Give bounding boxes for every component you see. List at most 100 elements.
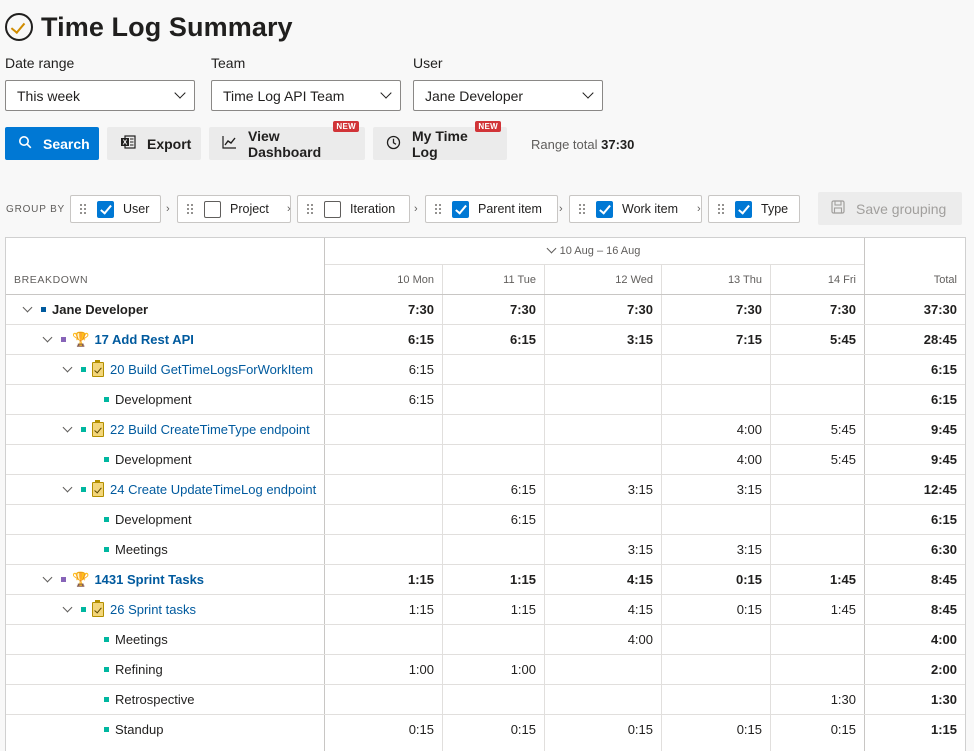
group-checkbox-type[interactable]: [735, 200, 752, 218]
chevron-down-icon[interactable]: [62, 422, 73, 433]
table-row[interactable]: 20 Build GetTimeLogsForWorkItem 6:15 6:15: [6, 354, 965, 384]
table-row[interactable]: Meetings 4:00 4:00: [6, 624, 965, 654]
time-cell: [770, 505, 864, 534]
table-row[interactable]: Development 6:15 6:15: [6, 384, 965, 414]
row-label: Refining: [104, 655, 163, 684]
time-cell: 6:15: [510, 512, 536, 527]
time-cell: 0:15: [736, 722, 762, 737]
work-item-link[interactable]: 22 Build CreateTimeType endpoint: [110, 422, 310, 437]
table-row[interactable]: 🏆 17 Add Rest API 6:15 6:15 3:15 7:15 5:45 28:4…: [6, 324, 965, 354]
type-square-icon: [81, 367, 86, 372]
user-label: User: [413, 55, 443, 71]
date-range-value: This week: [17, 87, 81, 104]
group-chip-iteration[interactable]: Iteration: [297, 195, 410, 223]
table-row[interactable]: 🏆 1431 Sprint Tasks 1:15 1:15 4:15 0:15 1:45 8:…: [6, 564, 965, 594]
total-cell: 2:00: [930, 662, 957, 677]
clipboard-task-icon: [92, 360, 104, 377]
time-cell: 3:15: [626, 332, 653, 347]
save-grouping-label: Save grouping: [856, 200, 947, 217]
group-checkbox-user[interactable]: [97, 200, 114, 218]
chevron-down-icon[interactable]: [22, 302, 33, 313]
group-chip-user[interactable]: User: [70, 195, 161, 223]
team-dropdown[interactable]: Time Log API Team: [211, 80, 401, 111]
row-label: Development: [104, 505, 192, 534]
total-cell: 6:15: [930, 362, 957, 377]
total-cell: 6:15: [930, 512, 957, 527]
group-chip-label: Type: [761, 202, 789, 216]
drag-handle-icon[interactable]: [79, 203, 87, 215]
table-row[interactable]: Refining 1:00 1:00 2:00: [6, 654, 965, 684]
time-cell: [770, 355, 864, 384]
work-item-link[interactable]: 26 Sprint tasks: [110, 602, 196, 617]
time-cell: 0:15: [627, 722, 653, 737]
time-cell: 6:15: [408, 392, 434, 407]
user-filter: User Jane Developer: [413, 55, 603, 111]
group-chip-type[interactable]: Type: [708, 195, 800, 223]
drag-handle-icon[interactable]: [578, 203, 586, 215]
table-row[interactable]: Standup 0:15 0:15 0:15 0:15 0:15 1:15: [6, 714, 965, 744]
time-cell: 1:30: [830, 692, 856, 707]
table-row[interactable]: 24 Create UpdateTimeLog endpoint 6:15 3:15…: [6, 474, 965, 504]
work-item-link[interactable]: 17 Add Rest API: [94, 332, 193, 347]
my-time-log-button[interactable]: My Time Log NEW: [373, 121, 507, 160]
table-row[interactable]: Retrospective 1:30 1:30: [6, 684, 965, 714]
group-checkbox-iteration[interactable]: [324, 200, 341, 218]
table-row[interactable]: Development 4:00 5:45 9:45: [6, 444, 965, 474]
trophy-icon: 🏆: [72, 571, 90, 587]
group-chip-project[interactable]: Project: [177, 195, 291, 223]
search-button[interactable]: Search: [5, 127, 99, 160]
group-checkbox-parent-item[interactable]: [452, 200, 469, 218]
time-cell: [324, 445, 442, 474]
table-row[interactable]: Development 6:15 6:15: [6, 504, 965, 534]
chevron-down-icon[interactable]: [62, 362, 73, 373]
work-item-link[interactable]: 1431 Sprint Tasks: [94, 572, 204, 587]
group-checkbox-work-item[interactable]: [596, 200, 613, 218]
time-cell: 7:30: [509, 302, 536, 317]
date-range-header[interactable]: 10 Aug – 16 Aug: [324, 238, 864, 265]
total-cell: 8:45: [930, 602, 957, 617]
page-title: Time Log Summary: [41, 11, 293, 42]
export-button[interactable]: X Export: [107, 127, 201, 160]
column-header-total: Total: [933, 273, 957, 286]
date-range-filter: Date range This week: [5, 55, 195, 111]
date-range-label: Date range: [5, 55, 75, 71]
time-cell: 1:00: [510, 662, 536, 677]
work-item-link[interactable]: 20 Build GetTimeLogsForWorkItem: [110, 362, 313, 377]
type-square-icon: [81, 427, 86, 432]
save-grouping-button[interactable]: Save grouping: [818, 192, 962, 225]
time-cell: [770, 625, 864, 654]
row-label-text: Development: [115, 452, 192, 467]
chevron-down-icon[interactable]: [42, 572, 53, 583]
user-dropdown[interactable]: Jane Developer: [413, 80, 603, 111]
table-row[interactable]: 26 Sprint tasks 1:15 1:15 4:15 0:15 1:45 8:45: [6, 594, 965, 624]
chevron-down-icon[interactable]: [62, 602, 73, 613]
drag-handle-icon[interactable]: [306, 203, 314, 215]
row-label-text: Development: [115, 392, 192, 407]
time-cell: 5:45: [830, 452, 856, 467]
group-checkbox-project[interactable]: [204, 200, 221, 218]
drag-handle-icon[interactable]: [434, 203, 442, 215]
table-row[interactable]: 22 Build CreateTimeType endpoint 4:00 5:45…: [6, 414, 965, 444]
range-total-label: Range total: [531, 137, 598, 152]
view-dashboard-button[interactable]: View Dashboard NEW: [209, 121, 365, 160]
total-cell: 9:45: [930, 422, 957, 437]
chevron-down-icon[interactable]: [42, 332, 53, 343]
chevron-down-icon[interactable]: [62, 482, 73, 493]
time-cell: 0:15: [408, 722, 434, 737]
drag-handle-icon[interactable]: [717, 203, 725, 215]
group-chip-work-item[interactable]: Work item: [569, 195, 702, 223]
chevron-right-icon: ›: [414, 203, 418, 215]
date-range-dropdown[interactable]: This week: [5, 80, 195, 111]
group-chip-parent-item[interactable]: Parent item: [425, 195, 558, 223]
group-by-label: GROUP BY: [6, 204, 66, 215]
table-row[interactable]: Jane Developer 7:30 7:30 7:30 7:30 7:30 37:30: [6, 294, 965, 324]
chevron-down-icon: [582, 87, 594, 99]
type-square-icon: [81, 607, 86, 612]
time-cell: 0:15: [830, 722, 856, 737]
drag-handle-icon[interactable]: [186, 203, 194, 215]
table-row[interactable]: Meetings 3:15 3:15 6:30: [6, 534, 965, 564]
work-item-link[interactable]: 24 Create UpdateTimeLog endpoint: [110, 482, 316, 497]
column-header-day: 11 Tue: [503, 273, 536, 286]
total-cell: 4:00: [930, 632, 957, 647]
time-cell: 1:15: [408, 602, 434, 617]
